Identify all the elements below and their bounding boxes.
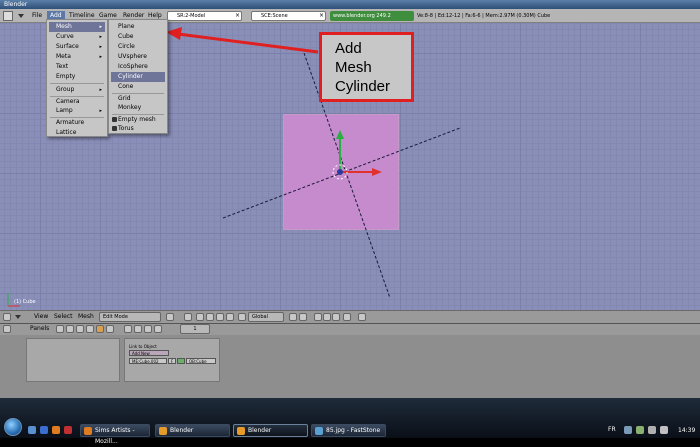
blender-icon <box>237 427 245 435</box>
occlude-icon[interactable] <box>343 313 351 321</box>
add-menu-item-curve[interactable]: Curve ▸ <box>49 32 105 42</box>
edge-select-icon[interactable] <box>323 313 331 321</box>
scene-icon[interactable] <box>106 325 114 333</box>
add-menu-dropdown: Mesh ▸ Curve ▸ Surface ▸ Meta ▸ Text Empty G… <box>46 19 108 137</box>
add-menu-item-lattice[interactable]: Lattice <box>49 128 105 138</box>
mesh-item-circle[interactable]: Circle <box>111 42 165 52</box>
mesh-link-icon[interactable] <box>177 358 185 364</box>
mesh-item-icosphere[interactable]: IcoSphere <box>111 62 165 72</box>
taskbar-item-label: 85.jpg - FastStone <box>326 427 381 434</box>
firefox-icon <box>84 427 92 435</box>
firefox-icon[interactable] <box>52 426 60 434</box>
taskbar-item-faststone[interactable]: 85.jpg - FastStone <box>311 424 386 437</box>
editor-type-icon[interactable] <box>3 325 11 333</box>
add-menu-item-lamp[interactable]: Lamp ▸ <box>49 106 105 116</box>
draw-type-icon[interactable] <box>166 313 174 321</box>
mesh-submenu: Plane Cube Circle UVsphere IcoSphere Cyl… <box>108 19 168 134</box>
start-button[interactable] <box>4 418 22 436</box>
add-new-button[interactable]: Add New <box>129 350 169 356</box>
taskbar-item-blender[interactable]: Blender <box>155 424 230 437</box>
object-name-field[interactable]: OB:Cube <box>186 358 216 364</box>
logic-icon[interactable] <box>56 325 64 333</box>
taskbar-item-firefox[interactable]: Sims Artists - Mozill... <box>80 424 150 445</box>
buttons-window: Link to Object Add New ME:Cube.002 F OB:… <box>0 335 700 398</box>
render-icon[interactable] <box>124 325 132 333</box>
menu-view[interactable]: View <box>34 312 48 322</box>
script-icon[interactable] <box>66 325 74 333</box>
clock[interactable]: 14:39 <box>678 427 695 434</box>
editor-type-icon[interactable] <box>3 313 11 321</box>
mesh-name-field[interactable]: ME:Cube.002 <box>129 358 167 364</box>
shading-icon[interactable] <box>76 325 84 333</box>
add-menu-item-empty[interactable]: Empty <box>49 72 105 82</box>
ie-icon[interactable] <box>40 426 48 434</box>
add-menu-item-surface[interactable]: Surface ▸ <box>49 42 105 52</box>
mesh-item-cone[interactable]: Cone <box>111 82 165 92</box>
rotate-icon[interactable] <box>216 313 224 321</box>
fake-user-button[interactable]: F <box>168 358 176 364</box>
add-menu-item-armature[interactable]: Armature <box>49 118 105 128</box>
panel-empty <box>26 338 120 382</box>
link-label: Link to Object <box>129 344 157 349</box>
show-desktop-icon[interactable] <box>28 426 36 434</box>
tray-icon[interactable] <box>636 426 644 434</box>
face-select-icon[interactable] <box>332 313 340 321</box>
menu-mesh[interactable]: Mesh <box>78 312 94 322</box>
mesh-item-torus[interactable]: Torus <box>111 124 165 134</box>
panels-menu[interactable]: Panels <box>30 324 49 334</box>
menu-separator <box>50 83 104 84</box>
collapse-triangle-icon[interactable] <box>14 313 22 321</box>
mesh-item-cylinder[interactable]: Cylinder <box>111 72 165 82</box>
material-icon[interactable] <box>134 325 142 333</box>
dropdown-icon[interactable] <box>299 313 307 321</box>
quicklaunch-icon[interactable] <box>64 426 72 434</box>
frame-field[interactable]: 1 <box>180 324 210 334</box>
mode-selector[interactable]: Edit Mode <box>99 312 161 322</box>
add-menu-item-text[interactable]: Text <box>49 62 105 72</box>
taskbar-item-label: Blender <box>248 427 272 434</box>
add-menu-item-group[interactable]: Group ▸ <box>49 85 105 95</box>
object-icon[interactable] <box>86 325 94 333</box>
viewport-header: View Select Mesh Edit Mode Global <box>0 310 700 323</box>
buttons-header: Panels 1 <box>0 323 700 335</box>
manipulator-icon[interactable] <box>196 313 204 321</box>
texture-icon[interactable] <box>144 325 152 333</box>
orientation-selector[interactable]: Global <box>248 312 284 322</box>
mesh-icon <box>112 126 117 131</box>
mesh-item-monkey[interactable]: Monkey <box>111 103 165 113</box>
network-icon[interactable] <box>648 426 656 434</box>
translate-icon[interactable] <box>206 313 214 321</box>
mesh-item-cube[interactable]: Cube <box>111 32 165 42</box>
editing-icon[interactable] <box>96 325 104 333</box>
panel-link-materials: Link to Object Add New ME:Cube.002 F OB:… <box>124 338 220 382</box>
blender-icon <box>159 427 167 435</box>
taskbar-item-label: Sims Artists - Mozill... <box>95 427 135 445</box>
pivot-icon[interactable] <box>184 313 192 321</box>
render-icon[interactable] <box>358 313 366 321</box>
menu-select[interactable]: Select <box>54 312 73 322</box>
add-menu-item-meta[interactable]: Meta ▸ <box>49 52 105 62</box>
vertex-select-icon[interactable] <box>314 313 322 321</box>
add-menu-item-mesh[interactable]: Mesh ▸ <box>49 22 105 32</box>
language-indicator[interactable]: FR <box>608 426 616 433</box>
taskbar-item-blender-active[interactable]: Blender <box>233 424 308 437</box>
mesh-item-uvsphere[interactable]: UVsphere <box>111 52 165 62</box>
volume-icon[interactable] <box>660 426 668 434</box>
tray-icon[interactable] <box>624 426 632 434</box>
mesh-item-plane[interactable]: Plane <box>111 22 165 32</box>
world-icon[interactable] <box>154 325 162 333</box>
orientation-icon[interactable] <box>238 313 246 321</box>
taskbar-item-label: Blender <box>170 427 194 434</box>
proportional-edit-icon[interactable] <box>289 313 297 321</box>
mesh-icon <box>112 117 117 122</box>
faststone-icon <box>315 427 323 435</box>
scale-icon[interactable] <box>226 313 234 321</box>
